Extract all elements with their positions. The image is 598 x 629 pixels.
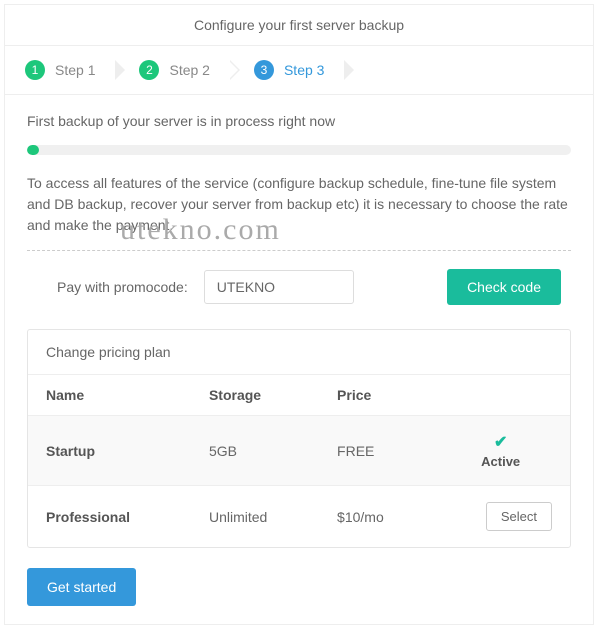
step-label: Step 3 bbox=[284, 62, 324, 78]
step-3[interactable]: 3 Step 3 bbox=[254, 60, 340, 80]
step-label: Step 2 bbox=[169, 62, 209, 78]
step-number: 3 bbox=[254, 60, 274, 80]
active-label: Active bbox=[449, 454, 552, 469]
backup-status-text: First backup of your server is in proces… bbox=[27, 113, 571, 129]
check-code-button[interactable]: Check code bbox=[447, 269, 561, 305]
promo-label: Pay with promocode: bbox=[57, 279, 188, 295]
get-started-button[interactable]: Get started bbox=[27, 568, 136, 606]
col-price: Price bbox=[319, 375, 431, 416]
pricing-plan-box: Change pricing plan Name Storage Price S… bbox=[27, 329, 571, 548]
step-1[interactable]: 1 Step 1 bbox=[25, 60, 111, 80]
plan-storage: Unlimited bbox=[191, 486, 319, 548]
plan-name: Professional bbox=[28, 486, 191, 548]
table-row: Startup 5GB FREE ✔ Active bbox=[28, 416, 570, 486]
promo-input[interactable] bbox=[204, 270, 354, 304]
table-row: Professional Unlimited $10/mo Select bbox=[28, 486, 570, 548]
divider bbox=[27, 250, 571, 251]
pricing-plan-title: Change pricing plan bbox=[28, 330, 570, 374]
step-number: 2 bbox=[139, 60, 159, 80]
step-breadcrumb: 1 Step 1 2 Step 2 3 Step 3 bbox=[5, 46, 593, 95]
plan-price: $10/mo bbox=[319, 486, 431, 548]
plan-status: ✔ Active bbox=[431, 416, 570, 486]
step-number: 1 bbox=[25, 60, 45, 80]
col-storage: Storage bbox=[191, 375, 319, 416]
pricing-table: Name Storage Price Startup 5GB FREE ✔ Ac… bbox=[28, 374, 570, 547]
col-action bbox=[431, 375, 570, 416]
plan-price: FREE bbox=[319, 416, 431, 486]
step-2[interactable]: 2 Step 2 bbox=[139, 60, 225, 80]
backup-progress-bar bbox=[27, 145, 571, 155]
plan-storage: 5GB bbox=[191, 416, 319, 486]
col-name: Name bbox=[28, 375, 191, 416]
wizard-panel: Configure your first server backup 1 Ste… bbox=[4, 4, 594, 625]
info-text: To access all features of the service (c… bbox=[27, 173, 571, 236]
promo-row: Pay with promocode: Check code bbox=[27, 269, 571, 305]
select-plan-button[interactable]: Select bbox=[486, 502, 552, 531]
backup-progress-fill bbox=[27, 145, 39, 155]
plan-name: Startup bbox=[28, 416, 191, 486]
content-area: First backup of your server is in proces… bbox=[5, 95, 593, 624]
check-icon: ✔ bbox=[494, 434, 507, 451]
step-label: Step 1 bbox=[55, 62, 95, 78]
page-title: Configure your first server backup bbox=[5, 5, 593, 46]
